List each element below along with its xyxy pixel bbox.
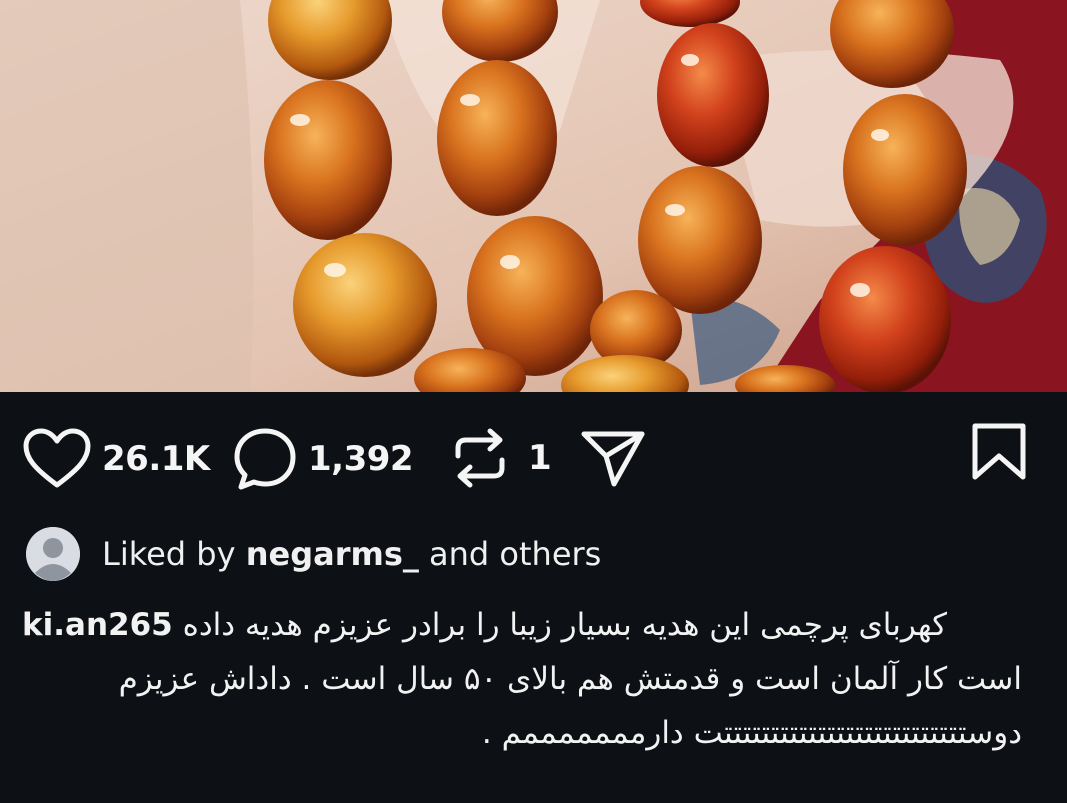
liked-by-text: Liked by negarms_ and others [102, 535, 601, 573]
caption-username[interactable]: ki.an265 [22, 607, 173, 643]
caption-text-1: کهربای پرچمی این هدیه بسیار زیبا را براد… [182, 607, 947, 643]
like-action[interactable]: 26.1K [22, 428, 210, 490]
liker-avatar[interactable] [26, 527, 80, 581]
post-caption: ki.an265 کهربای پرچمی این هدیه بسیار زیب… [22, 598, 1022, 760]
share-action[interactable] [580, 428, 646, 488]
repost-icon[interactable] [450, 426, 510, 490]
action-bar: 26.1K 1,392 1 [0, 392, 1067, 522]
caption-line-1: ki.an265 کهربای پرچمی این هدیه بسیار زیب… [22, 598, 1022, 652]
default-avatar-icon [26, 527, 80, 581]
like-count: 26.1K [102, 439, 210, 479]
repost-count: 1 [528, 438, 552, 478]
comment-bubble-icon[interactable] [232, 426, 298, 492]
liked-by-suffix[interactable]: and others [429, 535, 601, 573]
liked-by-row[interactable]: Liked by negarms_ and others [26, 526, 601, 582]
comment-count: 1,392 [308, 439, 414, 479]
bookmark-icon[interactable] [970, 422, 1028, 482]
caption-line-3: دوستتتتتتتتتتتتتتتتتتتتتتتتتتت دارمممممم… [481, 715, 1022, 751]
amber-beads-illustration [0, 0, 1067, 392]
send-icon[interactable] [580, 428, 646, 488]
heart-icon[interactable] [22, 428, 92, 490]
repost-action[interactable]: 1 [450, 426, 552, 490]
liked-by-prefix: Liked by [102, 535, 236, 573]
save-action[interactable] [970, 422, 1028, 482]
post-image[interactable] [0, 0, 1067, 392]
liked-by-username[interactable]: negarms_ [246, 535, 419, 573]
caption-line-2: است کار آلمان است و قدمتش هم بالای ۵۰ سا… [118, 661, 1022, 697]
comment-action[interactable]: 1,392 [232, 426, 414, 492]
